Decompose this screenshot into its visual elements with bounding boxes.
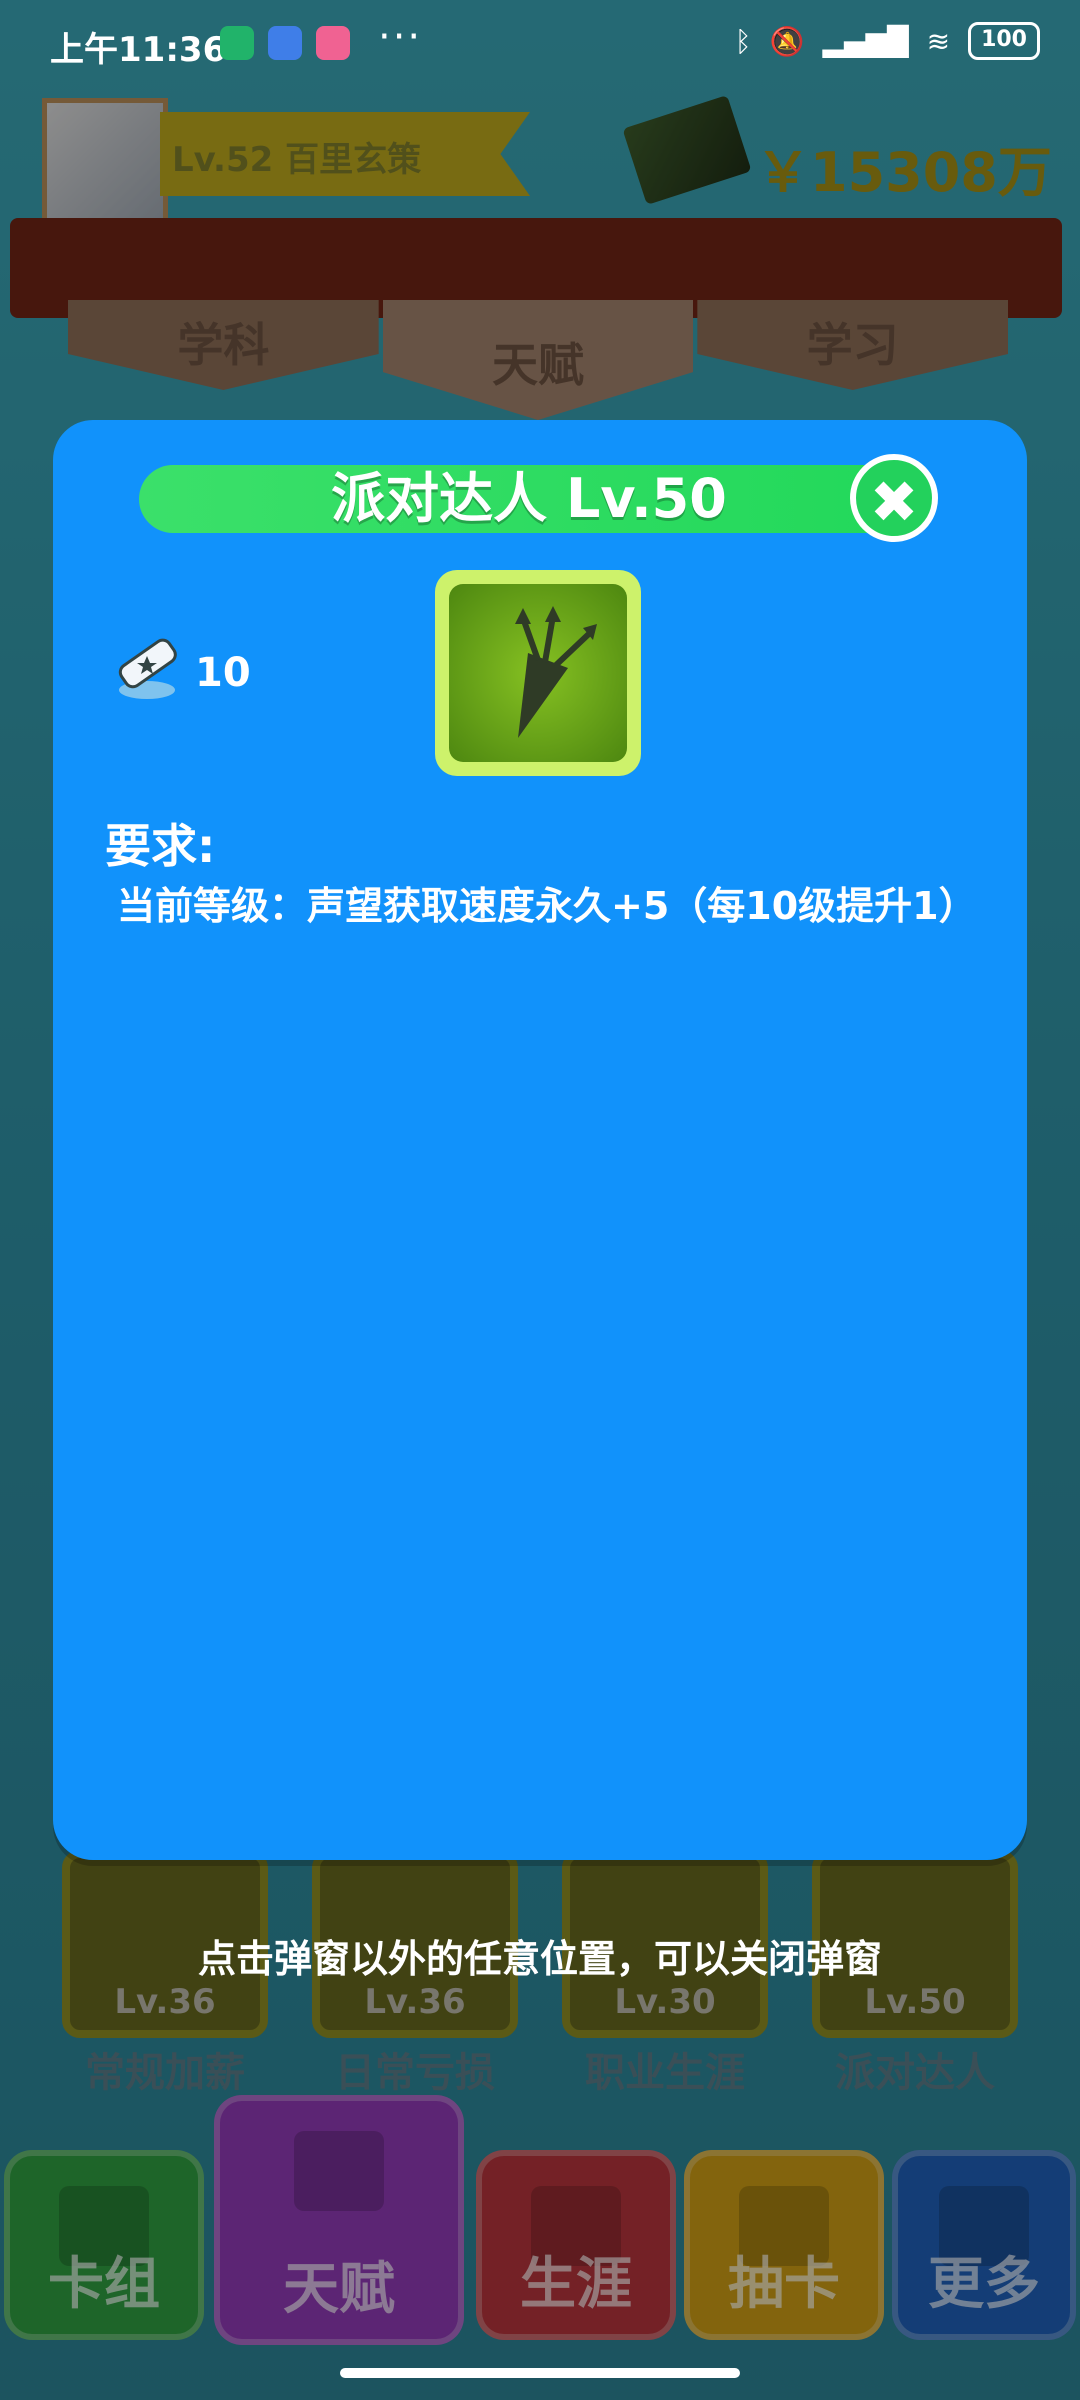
close-button[interactable]: ✖ <box>850 454 938 542</box>
requirement-text: 当前等级：声望获取速度永久+5（每10级提升1） <box>117 884 977 928</box>
status-right-icons: ᛒ 🔕 ▂▄▆█ ≋ 100 <box>735 22 1040 60</box>
talent-detail-dialog: 派对达人 Lv.50 ✖ 10 要求: 当前等级：声望获取速度永久+5（每10级… <box>53 420 1027 1860</box>
status-time: 上午11:36 <box>50 30 227 70</box>
bluetooth-icon: ᛒ <box>734 24 752 58</box>
security-app-icon <box>220 26 254 60</box>
dialog-title: 派对达人 Lv.50 <box>331 467 727 530</box>
home-gesture-bar[interactable] <box>340 2368 740 2378</box>
wifi-icon: ≋ <box>926 24 951 58</box>
battery-indicator: 100 <box>968 22 1040 60</box>
close-icon: ✖ <box>869 468 919 536</box>
mute-icon: 🔕 <box>769 24 805 58</box>
status-app-icons <box>220 26 350 60</box>
party-popper-icon <box>515 606 597 738</box>
screen-app-icon <box>268 26 302 60</box>
talent-cost: 10 <box>195 650 251 696</box>
requirement-title: 要求: <box>105 819 216 873</box>
status-bar: 上午11:36 ··· ᛒ 🔕 ▂▄▆█ ≋ 100 <box>0 0 1080 90</box>
party-talent-icon <box>435 570 641 776</box>
scroll-ticket-icon <box>118 638 177 699</box>
close-hint-text: 点击弹窗以外的任意位置，可以关闭弹窗 <box>197 1937 882 1981</box>
signal-icon: ▂▄▆█ <box>822 24 909 58</box>
bilibili-app-icon <box>316 26 350 60</box>
more-notifications-icon: ··· <box>378 14 423 60</box>
